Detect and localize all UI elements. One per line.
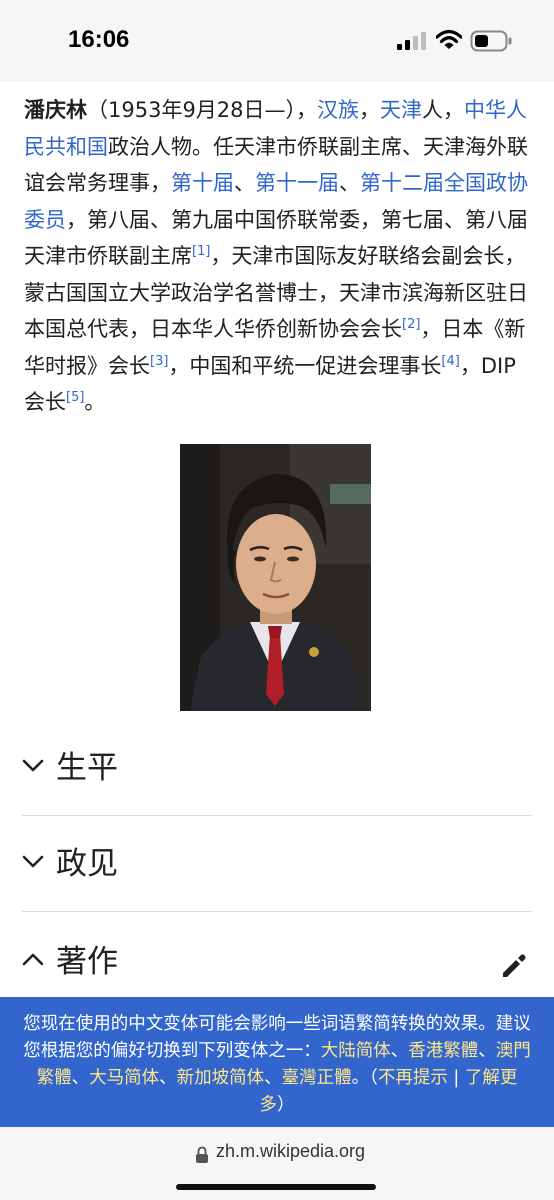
text-run: 、 [339,171,360,195]
reference-4[interactable]: [4] [441,354,459,369]
separator: 、 [159,1068,177,1088]
pencil-edit-icon[interactable] [500,952,528,980]
reference-2[interactable]: [2] [402,317,420,332]
variant-link-hongkong-traditional[interactable]: 香港繁體 [408,1041,478,1061]
variant-link-taiwan-traditional[interactable]: 臺灣正體 [282,1068,352,1088]
chevron-down-icon [22,855,44,868]
banner-close-paren: ） [277,1095,295,1115]
wifi-icon [436,29,462,49]
text-run: ，中国和平统一促进会理事长 [168,353,442,378]
chevron-up-icon [22,953,44,966]
separator: 、 [71,1068,90,1088]
subject-name: 潘庆林 [24,98,87,122]
text-run: （1953年9月28日—）， [87,98,318,122]
text-run: 。 [84,390,106,414]
section-works[interactable]: 著作 [22,914,532,1010]
section-title: 生平 [56,750,118,786]
reference-1[interactable]: [1] [192,244,210,259]
cellular-signal-icon [397,32,426,50]
link-tianjin[interactable]: 天津 [380,98,422,122]
status-bar: 16:06 [0,0,554,82]
link-10th-cppcc[interactable]: 第十届 [171,171,234,195]
text-run: ， [359,98,381,122]
article-lead-paragraph: 潘庆林（1953年9月28日—），汉族，天津人，中华人民共和国政治人物。任天津市… [24,92,532,421]
home-indicator[interactable] [176,1184,376,1190]
chevron-down-icon [22,759,44,772]
section-title: 政见 [56,846,118,882]
reference-3[interactable]: [3] [150,354,168,369]
lock-icon [196,1146,208,1163]
section-biography[interactable]: 生平 [22,720,532,816]
text-run: 、 [234,171,255,195]
link-11th-cppcc[interactable]: 第十一届 [255,171,339,195]
banner-end: 。（ [351,1068,378,1088]
variant-link-singapore-simplified[interactable]: 新加坡简体 [177,1068,265,1088]
language-variant-banner: 您现在使用的中文变体可能会影响一些词语繁简转换的效果。建议您根据您的偏好切换到下… [0,997,554,1127]
status-time: 16:06 [68,26,130,53]
battery-icon [470,30,512,52]
separator: 、 [264,1068,282,1088]
browser-url-bar[interactable]: zh.m.wikipedia.org [0,1127,554,1200]
section-title: 著作 [56,944,118,980]
text-run: 人， [422,98,465,122]
variant-link-mainland-simplified[interactable]: 大陆简体 [321,1041,391,1061]
separator: | [447,1068,465,1088]
reference-5[interactable]: [5] [66,390,84,405]
url-text[interactable]: zh.m.wikipedia.org [216,1141,365,1162]
portrait-photo[interactable] [180,444,371,711]
separator: 、 [478,1041,496,1061]
section-political-views[interactable]: 政见 [22,816,532,912]
separator: 、 [390,1041,409,1061]
dismiss-link[interactable]: 不再提示 [378,1068,448,1088]
link-han-ethnicity[interactable]: 汉族 [317,98,359,122]
variant-link-malaysia-simplified[interactable]: 大马简体 [89,1068,159,1088]
